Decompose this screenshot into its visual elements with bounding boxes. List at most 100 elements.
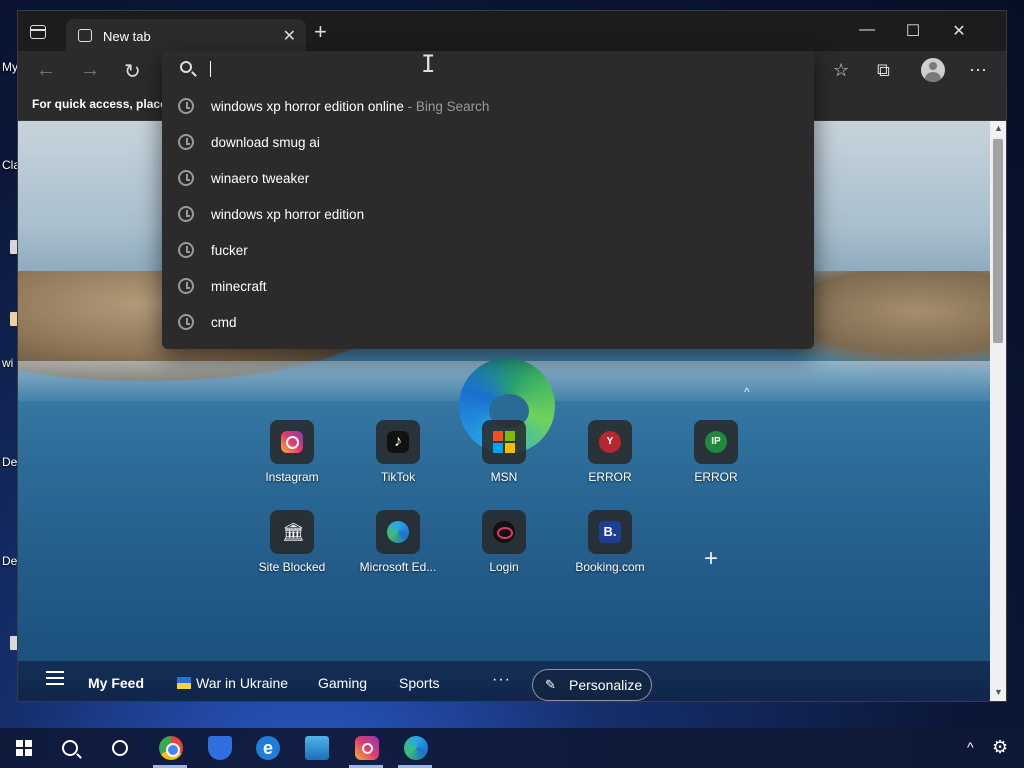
- scroll-down-icon[interactable]: ▼: [994, 687, 1003, 697]
- quick-link-label: Microsoft Ed...: [359, 560, 437, 574]
- quick-link-microsoft-edge[interactable]: Microsoft Ed...: [348, 510, 448, 574]
- tab-sports[interactable]: Sports: [399, 675, 439, 691]
- quick-link-label: Login: [489, 560, 519, 574]
- quick-link-label: TikTok: [380, 470, 416, 484]
- quick-link-label: MSN: [490, 470, 518, 484]
- close-window-button[interactable]: ✕: [936, 21, 982, 41]
- edge-legacy-icon[interactable]: e: [256, 736, 280, 760]
- refresh-button[interactable]: ↻: [124, 59, 141, 84]
- history-icon: [178, 314, 194, 330]
- maximize-button[interactable]: ☐: [890, 21, 936, 41]
- more-topics-icon[interactable]: ···: [492, 671, 511, 689]
- quick-link-label: ERROR: [588, 470, 632, 484]
- quick-link-label: Site Blocked: [258, 560, 326, 574]
- tiktok-icon: ♪: [387, 431, 409, 453]
- suggestion-item[interactable]: winaero tweaker: [162, 161, 814, 197]
- tab-actions-icon[interactable]: [30, 25, 46, 39]
- new-tab-button[interactable]: +: [314, 19, 327, 45]
- quick-link-error-y[interactable]: Y ERROR: [560, 420, 660, 484]
- quick-link-tile: [482, 510, 526, 554]
- scroll-up-icon[interactable]: ▲: [994, 123, 1003, 133]
- suggestion-text: windows xp horror edition: [211, 207, 365, 222]
- settings-gear-icon[interactable]: ⚙: [992, 737, 1008, 758]
- quick-link-tile: IP: [694, 420, 738, 464]
- suggestion-item[interactable]: windows xp horror edition: [162, 197, 814, 233]
- quick-link-tile: [270, 420, 314, 464]
- quick-link-label: ERROR: [694, 470, 738, 484]
- hamburger-menu-icon[interactable]: [46, 671, 64, 685]
- cortana-icon[interactable]: [112, 740, 128, 756]
- new-tab-page-icon: [78, 29, 92, 42]
- favorites-icon[interactable]: ☆: [833, 60, 849, 81]
- taskbar: e ^ ⚙: [0, 728, 1024, 768]
- chrome-icon[interactable]: [159, 736, 183, 760]
- quick-link-label: Booking.com: [575, 560, 645, 574]
- search-icon: [180, 61, 192, 73]
- suggestion-item[interactable]: minecraft: [162, 269, 814, 305]
- quick-link-booking[interactable]: B. Booking.com: [560, 510, 660, 574]
- title-bar: New tab ✕ + — ☐ ✕: [18, 11, 1006, 53]
- edge-icon: [387, 521, 409, 543]
- tab-title: New tab: [103, 29, 151, 44]
- taskbar-search-icon[interactable]: [62, 740, 78, 756]
- app-window-icon[interactable]: [305, 736, 329, 760]
- address-input[interactable]: [208, 57, 798, 81]
- back-button[interactable]: ←: [36, 59, 56, 82]
- suggestion-text: winaero tweaker: [211, 171, 310, 186]
- suggestion-item[interactable]: download smug ai: [162, 125, 814, 161]
- suggestion-text: cmd: [211, 315, 237, 330]
- personalize-label: Personalize: [569, 677, 643, 693]
- suggestion-text: fucker: [211, 243, 248, 258]
- history-icon: [178, 170, 194, 186]
- edge-taskbar-icon[interactable]: [404, 736, 428, 760]
- start-button[interactable]: [16, 740, 32, 756]
- quick-link-tiktok[interactable]: ♪ TikTok: [348, 420, 448, 484]
- forward-button[interactable]: →: [80, 59, 100, 82]
- collections-icon[interactable]: ⧉: [877, 60, 890, 81]
- history-icon: [178, 278, 194, 294]
- desktop-icon-label[interactable]: De: [2, 455, 17, 469]
- login-icon: [493, 521, 515, 543]
- tab-war-in-ukraine[interactable]: War in Ukraine: [196, 675, 288, 691]
- defender-icon[interactable]: [208, 736, 232, 760]
- profile-avatar[interactable]: [921, 58, 945, 82]
- add-site-button[interactable]: +: [704, 545, 718, 573]
- suggestion-item[interactable]: fucker: [162, 233, 814, 269]
- site-blocked-icon: 🏛: [282, 522, 305, 542]
- history-icon: [178, 134, 194, 150]
- quick-link-error-ip[interactable]: IP ERROR: [666, 420, 766, 484]
- minimize-button[interactable]: —: [844, 21, 890, 39]
- suggestion-text: minecraft: [211, 279, 267, 294]
- desktop-icon-label[interactable]: De: [2, 554, 17, 568]
- feed-bar: My Feed War in Ukraine Gaming Sports ···…: [18, 661, 990, 701]
- tab-my-feed[interactable]: My Feed: [88, 675, 144, 691]
- pencil-icon: ✎: [545, 677, 556, 692]
- personalize-button[interactable]: ✎ Personalize: [532, 669, 652, 701]
- quick-link-site-blocked[interactable]: 🏛 Site Blocked: [242, 510, 342, 574]
- quick-link-login[interactable]: Login: [454, 510, 554, 574]
- vertical-scrollbar[interactable]: ▲ ▼: [990, 121, 1006, 701]
- text-caret: [210, 61, 211, 77]
- quick-link-tile: 🏛: [270, 510, 314, 554]
- desktop-icon-label[interactable]: wi: [2, 356, 13, 370]
- suggestion-item[interactable]: cmd: [162, 305, 814, 341]
- quick-link-tile: [482, 420, 526, 464]
- instagram-taskbar-icon[interactable]: [355, 736, 379, 760]
- quick-link-tile: [376, 510, 420, 554]
- instagram-icon: [281, 431, 303, 453]
- suggestion-item[interactable]: windows xp horror edition online - Bing …: [162, 89, 814, 125]
- suggestion-text: windows xp horror edition online - Bing …: [211, 99, 490, 114]
- collapse-quick-links-icon[interactable]: ^: [744, 385, 750, 399]
- tab-close-icon[interactable]: ✕: [283, 26, 296, 46]
- tab-new-tab[interactable]: New tab ✕: [66, 19, 306, 53]
- address-bar-dropdown: windows xp horror edition online - Bing …: [162, 51, 814, 349]
- quick-link-tile: ♪: [376, 420, 420, 464]
- desktop-icon-label[interactable]: My: [2, 60, 18, 74]
- scrollbar-thumb[interactable]: [993, 139, 1003, 343]
- quick-link-instagram[interactable]: Instagram: [242, 420, 342, 484]
- tab-gaming[interactable]: Gaming: [318, 675, 367, 691]
- address-bar[interactable]: [162, 51, 814, 87]
- settings-more-icon[interactable]: ⋯: [969, 60, 987, 81]
- show-hidden-icons-icon[interactable]: ^: [967, 739, 974, 755]
- quick-link-msn[interactable]: MSN: [454, 420, 554, 484]
